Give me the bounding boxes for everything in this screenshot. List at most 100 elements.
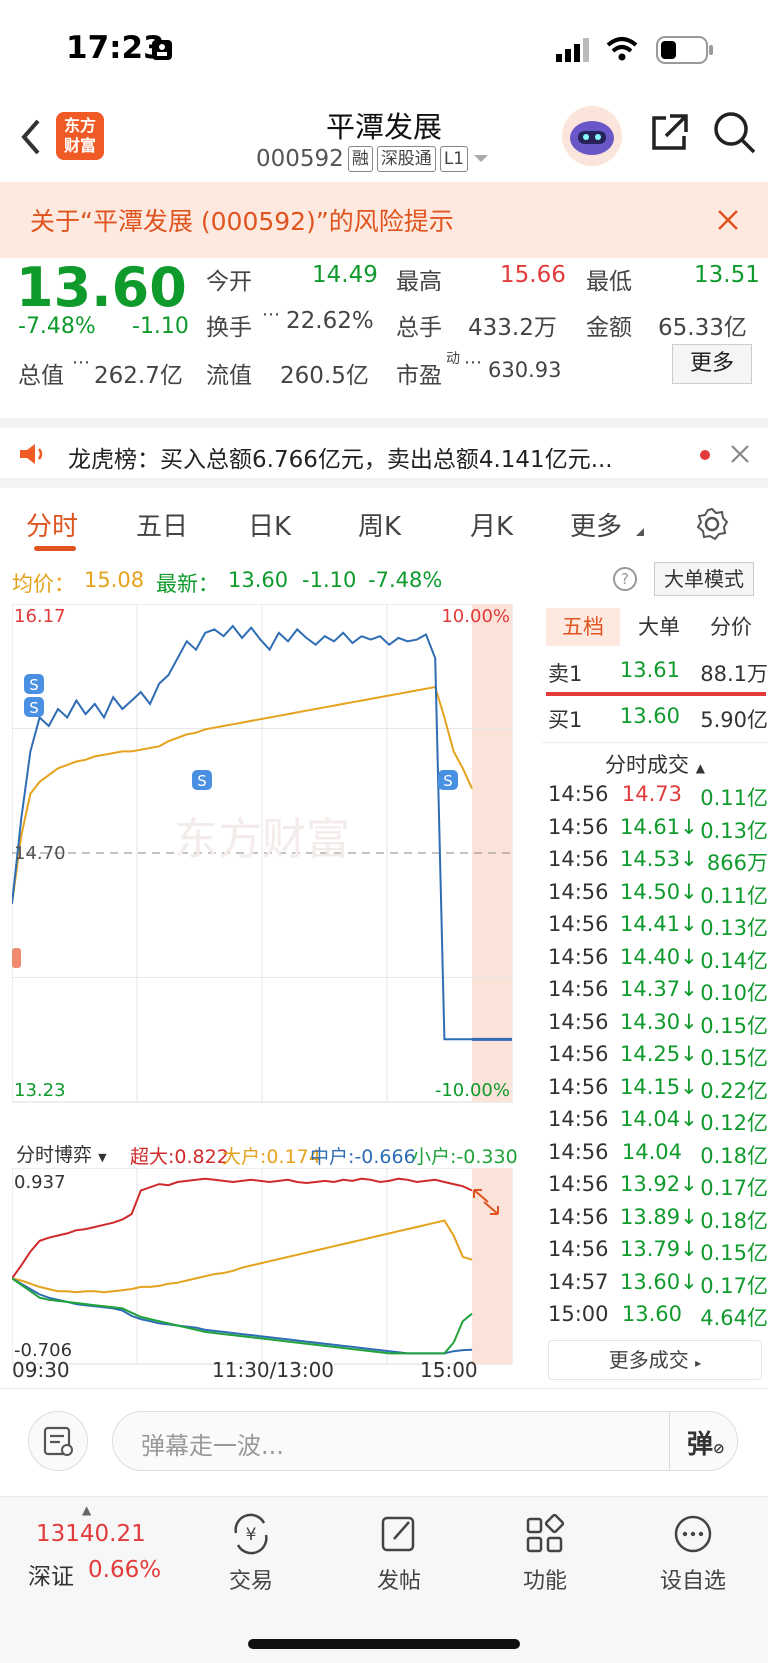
dropdown-icon[interactable] (472, 153, 490, 165)
nav-label: 设自选 (659, 1569, 726, 1594)
help-icon[interactable]: ? (612, 566, 638, 592)
y-min-label: 13.23 (14, 1080, 66, 1101)
comment-input[interactable]: 弹幕走一波... 弹⊘ (112, 1411, 738, 1471)
post-icon (381, 1516, 415, 1552)
more-trades-label: 更多成交 (608, 1348, 689, 1372)
tab-more[interactable]: 更多 (570, 506, 622, 543)
pct-min-label: -10.00% (435, 1080, 510, 1101)
status-bar: 17:23 (0, 0, 768, 100)
trade-row: 14:56 14.30↓ 0.15亿 (548, 1010, 768, 1044)
trade-time: 14:56 (548, 944, 609, 969)
avg-value: 15.08 (84, 568, 145, 592)
trade-volume: 0.15亿 (700, 1046, 768, 1070)
trade-price: 13.60↓ (620, 1269, 698, 1294)
trade-row: 15:00 13.60 4.64亿 (548, 1302, 768, 1336)
change-amount: -1.10 (132, 314, 189, 339)
trade-row: 14:56 14.61↓ 0.13亿 (548, 815, 768, 849)
speaker-icon (20, 444, 43, 464)
nav-add-watchlist[interactable]: 设自选 (638, 1511, 748, 1595)
field-value: 13.51 (694, 262, 760, 288)
trades-title: 分时成交 ▲ (542, 742, 768, 779)
trade-volume: 0.14亿 (700, 948, 768, 973)
more-icon (674, 1515, 712, 1553)
field-label: 总值 (18, 363, 64, 389)
tab-daily-k[interactable]: 日K (248, 506, 291, 543)
trade-volume: 0.18亿 (700, 1208, 768, 1233)
trade-row: 14:56 14.25↓ 0.15亿 (548, 1042, 768, 1076)
order-book-tabs: 五档 大单 分价 (542, 604, 768, 648)
trade-row: 14:57 13.60↓ 0.17亿 (548, 1270, 768, 1304)
game-selector[interactable]: 分时博弈 ▼ (16, 1140, 107, 1167)
x-tick: 09:30 (12, 1358, 70, 1382)
trade-time: 14:56 (548, 1009, 609, 1034)
tab-big-orders[interactable]: 大单 (624, 608, 694, 646)
home-indicator (248, 1639, 520, 1649)
buy-label: 买1 (548, 708, 583, 732)
trade-price: 14.37↓ (620, 977, 698, 1001)
signal-icon (556, 38, 589, 62)
trade-volume: 0.17亿 (700, 1273, 768, 1298)
close-icon[interactable] (730, 444, 750, 464)
capital-game-panel[interactable]: 分时博弈 ▼ 超大:0.822 大户:0.174 中户:-0.666 小户:-0… (12, 1134, 542, 1384)
tab-monthly-k[interactable]: 月K (470, 506, 513, 543)
robot-assistant-icon[interactable] (560, 104, 624, 168)
tag-connect: 深股通 (376, 146, 436, 172)
tab-intraday[interactable]: 分时 (26, 506, 78, 543)
tab-five-day[interactable]: 五日 (136, 506, 188, 543)
risk-text[interactable]: 关于“平潭发展 (000592)”的风险提示 (30, 202, 454, 238)
chevron-down-icon: ▼ (98, 1151, 107, 1164)
caret-up-icon: ▲ (695, 761, 705, 775)
legend-name: 大户 (222, 1146, 261, 1168)
ellipsis-icon: ⋯ (262, 304, 280, 325)
trade-volume: 866万 (706, 851, 768, 875)
nav-functions[interactable]: 功能 (490, 1511, 600, 1595)
share-icon[interactable] (648, 112, 690, 154)
legend-small: 小户:-0.330 (412, 1146, 518, 1168)
x-tick: 11:30/13:00 (212, 1358, 335, 1382)
sell-level-row: 卖1 13.61 88.1万 (548, 658, 768, 692)
index-widget[interactable]: ▲ 13140.21 深证 0.66% (20, 1503, 180, 1593)
trade-time: 14:56 (548, 1139, 609, 1164)
trade-volume: 0.15亿 (700, 1241, 768, 1265)
trade-row: 14:56 13.89↓ 0.18亿 (548, 1205, 768, 1239)
tab-weekly-k[interactable]: 周K (358, 506, 401, 543)
danmaku-list-button[interactable] (28, 1411, 88, 1471)
sell-marker-label: S (29, 676, 39, 694)
risk-banner[interactable]: 关于“平潭发展 (000592)”的风险提示 (0, 182, 768, 258)
tab-five-levels[interactable]: 五档 (546, 608, 620, 646)
trade-icon: ¥ (234, 1513, 268, 1555)
legend-value: -0.330 (456, 1146, 518, 1168)
latest-label: 最新： (156, 572, 219, 596)
more-button[interactable]: 更多 (672, 344, 752, 384)
legend-name: 小户 (412, 1146, 451, 1168)
trade-price: 14.15↓ (620, 1074, 698, 1099)
field-value: 630.93 (488, 358, 562, 382)
capital-game-svg: 0.937-0.706 (12, 1168, 513, 1365)
dragon-tiger-text[interactable]: 龙虎榜：买入总额6.766亿元，卖出总额4.141亿元... (68, 440, 613, 474)
trade-time: 14:56 (548, 912, 609, 936)
sell-marker-label: S (29, 699, 39, 717)
field-value: 14.49 (312, 262, 378, 288)
big-order-mode-button[interactable]: 大单模式 (654, 562, 754, 596)
trade-volume: 0.18亿 (700, 1143, 768, 1168)
app-header: 东方 财富 平潭发展 000592 融 深股通 L1 (0, 100, 768, 182)
ellipsis-icon: ⋯ (464, 352, 482, 373)
settings-icon[interactable] (694, 506, 730, 542)
unread-dot (700, 450, 710, 460)
danmaku-toggle-icon[interactable]: 弹⊘ (687, 1424, 725, 1461)
chart-tabs: 分时 五日 日K 周K 月K 更多 (0, 496, 768, 556)
intraday-chart[interactable]: 东方财富 16.17 13.23 10.00% -10.00% 14.70 S S S S (11, 603, 542, 1134)
trade-row: 14:56 14.40↓ 0.14亿 (548, 945, 768, 979)
nav-trade[interactable]: ¥ 交易 (196, 1511, 306, 1595)
field-value: 260.5亿 (280, 363, 369, 389)
dragon-tiger-bar[interactable]: 龙虎榜：买入总额6.766亿元，卖出总额4.141亿元... (0, 418, 768, 488)
nav-post[interactable]: 发帖 (344, 1511, 454, 1595)
tab-price-dist[interactable]: 分价 (696, 608, 766, 646)
sell-price: 13.61 (619, 658, 680, 682)
more-trades-button[interactable]: 更多成交 ▸ (548, 1340, 762, 1380)
close-icon[interactable] (716, 208, 740, 232)
search-icon[interactable] (712, 110, 758, 156)
comment-bar: 弹幕走一波... 弹⊘ (0, 1388, 768, 1488)
intraday-chart-svg: 东方财富16.1713.2310.00%-10.00%14.70SSS S (11, 603, 513, 1103)
field-label: 最高 (396, 269, 442, 295)
